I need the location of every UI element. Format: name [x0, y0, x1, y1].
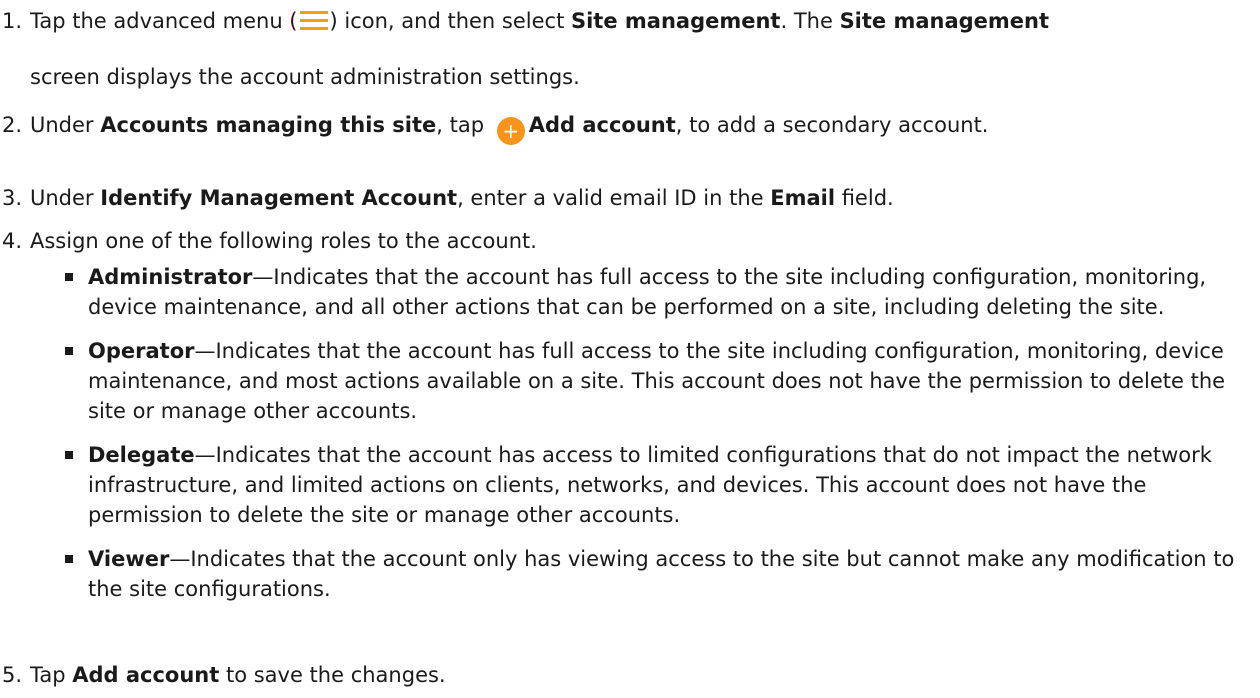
- add-icon: +: [496, 117, 525, 145]
- step-number: 3.: [2, 186, 23, 210]
- role-description: —Indicates that the account has access t…: [88, 443, 1212, 527]
- role-name: Viewer: [88, 547, 170, 571]
- identify-account-label: Identify Management Account: [100, 186, 458, 210]
- site-management-label: Site management: [839, 9, 1050, 33]
- step-1-line-1: Tap the advanced menu () icon, and then …: [30, 9, 1050, 33]
- bullet-icon: [65, 451, 73, 459]
- bullet-icon: [65, 347, 73, 355]
- role-description: —Indicates that the account has full acc…: [88, 339, 1226, 423]
- step-1-line-2: screen displays the account administrati…: [30, 65, 580, 89]
- step-3: 3. Under Identify Management Account, en…: [0, 183, 1240, 213]
- role-list: Administrator—Indicates that the account…: [0, 262, 1240, 618]
- list-item: Delegate—Indicates that the account has …: [0, 440, 1240, 530]
- role-name: Operator: [88, 339, 195, 363]
- bullet-icon: [65, 555, 73, 563]
- email-label: Email: [770, 186, 836, 210]
- accounts-managing-label: Accounts managing this site: [100, 113, 437, 137]
- role-name: Administrator: [88, 265, 253, 289]
- list-item: Administrator—Indicates that the account…: [0, 262, 1240, 322]
- role-name: Delegate: [88, 443, 195, 467]
- step-number: 1.: [2, 9, 23, 33]
- step-number: 4.: [2, 229, 23, 253]
- menu-icon: [299, 11, 328, 31]
- role-description: —Indicates that the account has full acc…: [88, 265, 1207, 319]
- role-description: —Indicates that the account only has vie…: [88, 547, 1235, 601]
- add-account-label: Add account: [528, 113, 676, 137]
- list-item: Operator—Indicates that the account has …: [0, 336, 1240, 426]
- step-4: 4. Assign one of the following roles to …: [0, 226, 1240, 256]
- step-1: 1. Tap the advanced menu () icon, and th…: [0, 0, 1240, 92]
- site-management-label: Site management: [570, 9, 781, 33]
- add-account-label: Add account: [72, 663, 220, 687]
- list-item: Viewer—Indicates that the account only h…: [0, 544, 1240, 604]
- step-2: 2. Under Accounts managing this site, ta…: [0, 110, 1240, 145]
- step-number: 5.: [2, 663, 23, 687]
- step-5: 5. Tap Add account to save the changes.: [0, 660, 1240, 690]
- step-number: 2.: [2, 113, 23, 137]
- bullet-icon: [65, 273, 73, 281]
